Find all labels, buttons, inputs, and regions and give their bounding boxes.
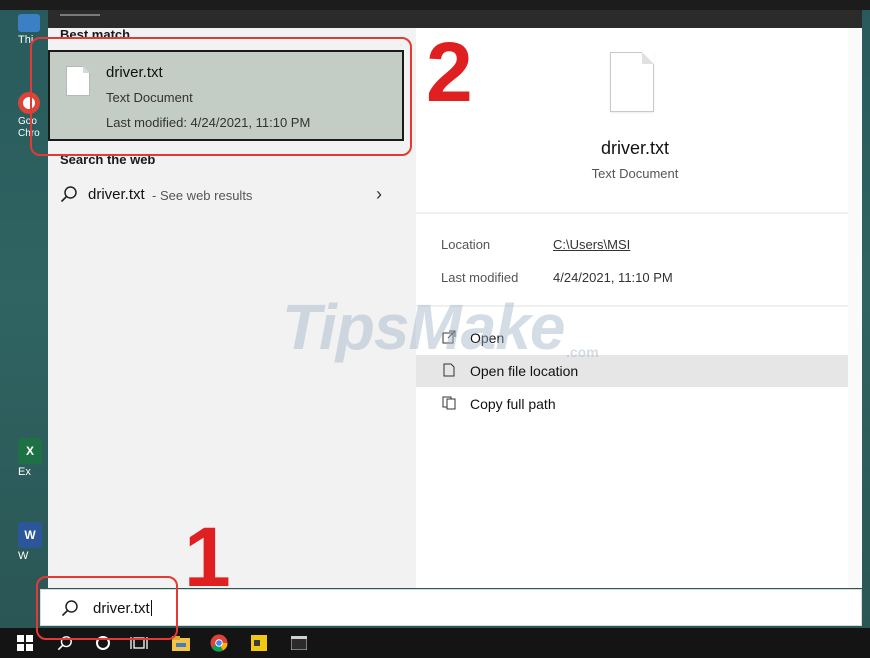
web-result-hint: - See web results xyxy=(152,188,253,203)
annotation-number-2: 2 xyxy=(426,25,473,119)
chrome-icon[interactable] xyxy=(208,633,230,653)
last-modified-label: Last modified xyxy=(441,270,519,285)
location-label: Location xyxy=(441,237,491,252)
folder-location-icon xyxy=(443,363,455,377)
watermark-suffix: .com xyxy=(566,344,599,360)
terminal-icon[interactable] xyxy=(288,633,310,653)
annotation-box-step-1 xyxy=(36,576,178,640)
tab-indicator xyxy=(60,14,100,16)
desktop-icon-word[interactable]: W W xyxy=(18,522,48,562)
preview-divider xyxy=(416,212,848,214)
desktop-icon-label: W xyxy=(18,550,29,562)
web-result-term: driver.txt xyxy=(88,186,145,203)
windows-start-icon[interactable] xyxy=(14,633,36,653)
last-modified-value: 4/24/2021, 11:10 PM xyxy=(553,270,673,285)
results-topbar xyxy=(48,10,416,28)
watermark: TipsMake xyxy=(282,291,565,363)
action-copy-full-path[interactable]: Copy full path xyxy=(416,388,848,420)
desktop-icon-excel[interactable]: X Ex xyxy=(18,438,48,478)
web-result-row[interactable]: driver.txt - See web results › xyxy=(48,180,404,210)
preview-topbar xyxy=(416,10,862,28)
sticky-notes-icon[interactable] xyxy=(248,633,270,653)
excel-icon: X xyxy=(18,438,42,464)
large-text-file-icon xyxy=(610,52,654,112)
action-label: Copy full path xyxy=(470,396,556,412)
window-top-strip xyxy=(0,0,870,10)
annotation-box-step-2 xyxy=(30,37,412,156)
preview-file-name: driver.txt xyxy=(600,138,670,158)
word-icon: W xyxy=(18,522,42,548)
preview-file-type: Text Document xyxy=(591,166,679,181)
chevron-right-icon[interactable]: › xyxy=(376,184,382,205)
copy-icon xyxy=(442,396,456,410)
action-label: Open file location xyxy=(470,363,579,379)
desktop-icon-label: Ex xyxy=(18,466,31,478)
annotation-number-1: 1 xyxy=(184,510,231,604)
this-pc-icon xyxy=(18,14,40,32)
search-icon xyxy=(60,186,77,203)
location-link[interactable]: C:\Users\MSI xyxy=(553,237,630,252)
